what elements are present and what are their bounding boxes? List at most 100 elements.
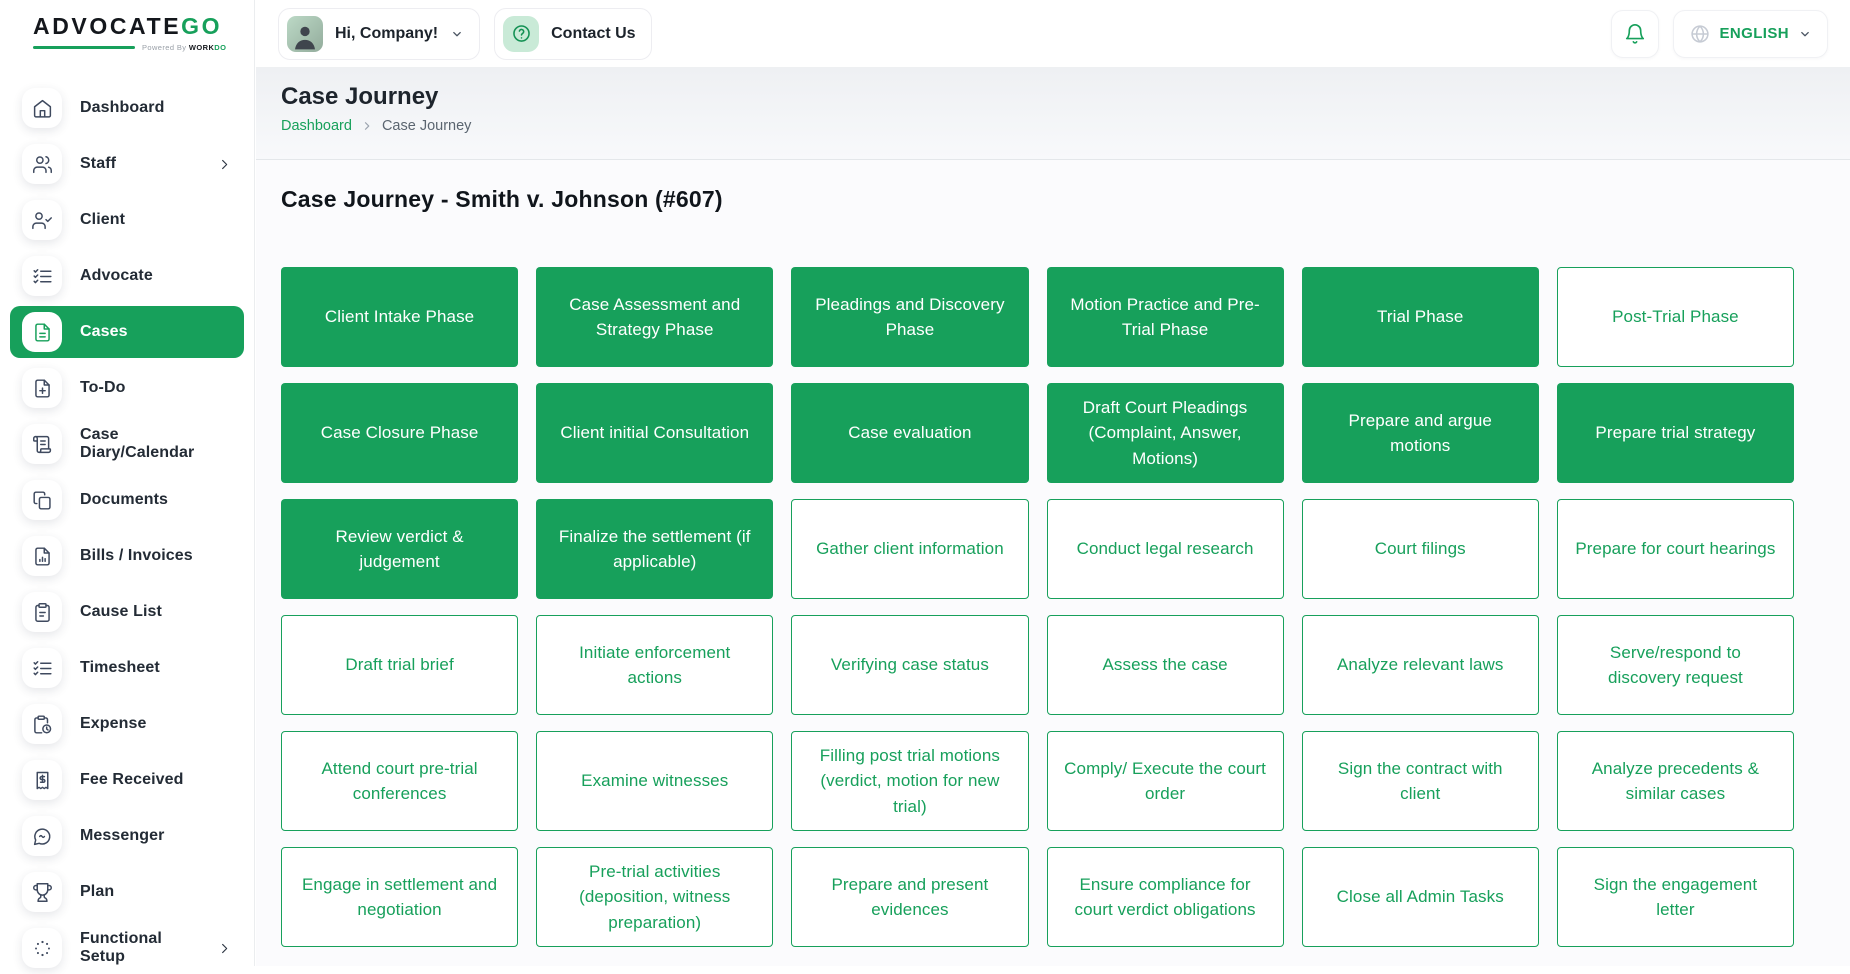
sidebar-item-label: Expense [80, 715, 147, 733]
sidebar-item-dashboard[interactable]: Dashboard [10, 82, 244, 134]
journey-card-close-all-admin-tasks: Close all Admin Tasks [1302, 847, 1539, 947]
case-journey-grid: Client Intake PhaseCase Assessment and S… [281, 267, 1794, 947]
journey-card-analyze-relevant-laws: Analyze relevant laws [1302, 615, 1539, 715]
journey-card-client-intake-phase: Client Intake Phase [281, 267, 518, 367]
journey-card-ensure-compliance-for-court-verdict-obligations: Ensure compliance for court verdict obli… [1047, 847, 1284, 947]
sidebar-item-label: Dashboard [80, 99, 164, 117]
chevron-right-icon [217, 157, 232, 172]
journey-card-analyze-precedents-similar-cases: Analyze precedents & similar cases [1557, 731, 1794, 831]
journey-card-finalize-the-settlement-if-applicable: Finalize the settlement (if applicable) [536, 499, 773, 599]
journey-card-engage-in-settlement-and-negotiation: Engage in settlement and negotiation [281, 847, 518, 947]
powered-by-text: Powered By WORKDO [142, 43, 226, 52]
journey-card-prepare-trial-strategy: Prepare trial strategy [1557, 383, 1794, 483]
sidebar-item-case-diary-calendar[interactable]: Case Diary/Calendar [10, 418, 244, 470]
language-label: ENGLISH [1720, 25, 1789, 42]
chevron-right-icon [361, 120, 373, 132]
sidebar-item-bills-invoices[interactable]: Bills / Invoices [10, 530, 244, 582]
journey-card-filling-post-trial-motions-verdict-motion-for-new-trial: Filling post trial motions (verdict, mot… [791, 731, 1028, 831]
sidebar-item-label: Client [80, 211, 125, 229]
journey-card-draft-trial-brief: Draft trial brief [281, 615, 518, 715]
journey-card-verifying-case-status: Verifying case status [791, 615, 1028, 715]
journey-card-assess-the-case: Assess the case [1047, 615, 1284, 715]
page-title: Case Journey [281, 83, 1850, 111]
journey-card-serve-respond-to-discovery-request: Serve/respond to discovery request [1557, 615, 1794, 715]
sidebar-item-cases[interactable]: Cases [10, 306, 244, 358]
setup-icon [22, 928, 62, 968]
users-icon [22, 144, 62, 184]
journey-card-draft-court-pleadings-complaint-answer-motions: Draft Court Pleadings (Complaint, Answer… [1047, 383, 1284, 483]
bell-icon [1624, 23, 1646, 45]
logo-text-green: GO [181, 13, 222, 39]
sidebar-item-fee-received[interactable]: Fee Received [10, 754, 244, 806]
trophy-icon [22, 872, 62, 912]
journey-card-sign-the-engagement-letter: Sign the engagement letter [1557, 847, 1794, 947]
contact-us-label: Contact Us [551, 25, 635, 43]
journey-card-initiate-enforcement-actions: Initiate enforcement actions [536, 615, 773, 715]
sidebar-item-label: Timesheet [80, 659, 160, 677]
contact-us-button[interactable]: Contact Us [494, 8, 651, 60]
chat-icon [22, 816, 62, 856]
journey-card-motion-practice-and-pre-trial-phase: Motion Practice and Pre-Trial Phase [1047, 267, 1284, 367]
journey-card-prepare-for-court-hearings: Prepare for court hearings [1557, 499, 1794, 599]
sidebar-item-label: Cause List [80, 603, 162, 621]
journey-card-prepare-and-argue-motions: Prepare and argue motions [1302, 383, 1539, 483]
sidebar: ADVOCATEGO Powered By WORKDO DashboardSt… [0, 0, 255, 966]
home-icon [22, 88, 62, 128]
sidebar-item-expense[interactable]: Expense [10, 698, 244, 750]
diary-icon [22, 424, 62, 464]
sidebar-item-label: Functional Setup [80, 930, 199, 966]
sidebar-item-functional-setup[interactable]: Functional Setup [10, 922, 244, 974]
sidebar-item-to-do[interactable]: To-Do [10, 362, 244, 414]
chevron-down-icon [450, 27, 464, 41]
sidebar-item-label: Case Diary/Calendar [80, 426, 232, 462]
sidebar-item-label: To-Do [80, 379, 126, 397]
logo-underline [33, 46, 135, 49]
journey-card-attend-court-pre-trial-conferences: Attend court pre-trial conferences [281, 731, 518, 831]
help-circle-icon [503, 16, 539, 52]
sidebar-item-cause-list[interactable]: Cause List [10, 586, 244, 638]
journey-card-comply-execute-the-court-order: Comply/ Execute the court order [1047, 731, 1284, 831]
case-file-icon [22, 312, 62, 352]
file-plus-icon [22, 368, 62, 408]
user-check-icon [22, 200, 62, 240]
breadcrumb: Dashboard Case Journey [281, 118, 1850, 134]
sidebar-item-label: Messenger [80, 827, 165, 845]
sidebar-item-label: Fee Received [80, 771, 183, 789]
breadcrumb-case-journey: Case Journey [382, 118, 471, 134]
chevron-down-icon [1798, 27, 1812, 41]
topbar: Hi, Company! Contact Us ENGLISH [256, 0, 1850, 68]
sidebar-item-advocate[interactable]: Advocate [10, 250, 244, 302]
journey-card-trial-phase: Trial Phase [1302, 267, 1539, 367]
journey-card-conduct-legal-research: Conduct legal research [1047, 499, 1284, 599]
journey-card-sign-the-contract-with-client: Sign the contract with client [1302, 731, 1539, 831]
journey-card-review-verdict-judgement: Review verdict & judgement [281, 499, 518, 599]
receipt-icon [22, 760, 62, 800]
account-menu-button[interactable]: Hi, Company! [278, 8, 480, 60]
breadcrumb-dashboard[interactable]: Dashboard [281, 118, 352, 134]
invoice-icon [22, 536, 62, 576]
journey-card-examine-witnesses: Examine witnesses [536, 731, 773, 831]
sidebar-item-label: Bills / Invoices [80, 547, 193, 565]
language-selector[interactable]: ENGLISH [1673, 10, 1828, 58]
journey-card-pleadings-and-discovery-phase: Pleadings and Discovery Phase [791, 267, 1028, 367]
checklist-icon [22, 256, 62, 296]
case-journey-heading: Case Journey - Smith v. Johnson (#607) [281, 186, 1850, 213]
journey-card-case-evaluation: Case evaluation [791, 383, 1028, 483]
sidebar-nav: Dashboard Staff Client Advocate Cases To-Do Ca… [0, 68, 254, 974]
main-content: Case Journey Dashboard Case Journey Case … [256, 68, 1850, 966]
sidebar-item-client[interactable]: Client [10, 194, 244, 246]
page-header: Case Journey Dashboard Case Journey [256, 68, 1850, 160]
sidebar-item-label: Advocate [80, 267, 153, 285]
sidebar-item-documents[interactable]: Documents [10, 474, 244, 526]
sidebar-item-label: Cases [80, 323, 128, 341]
globe-icon [1689, 23, 1711, 45]
clipboard-icon [22, 592, 62, 632]
journey-card-court-filings: Court filings [1302, 499, 1539, 599]
journey-card-post-trial-phase: Post-Trial Phase [1557, 267, 1794, 367]
journey-card-case-closure-phase: Case Closure Phase [281, 383, 518, 483]
sidebar-item-staff[interactable]: Staff [10, 138, 244, 190]
sidebar-item-plan[interactable]: Plan [10, 866, 244, 918]
sidebar-item-timesheet[interactable]: Timesheet [10, 642, 244, 694]
sidebar-item-messenger[interactable]: Messenger [10, 810, 244, 862]
notifications-button[interactable] [1611, 10, 1659, 58]
